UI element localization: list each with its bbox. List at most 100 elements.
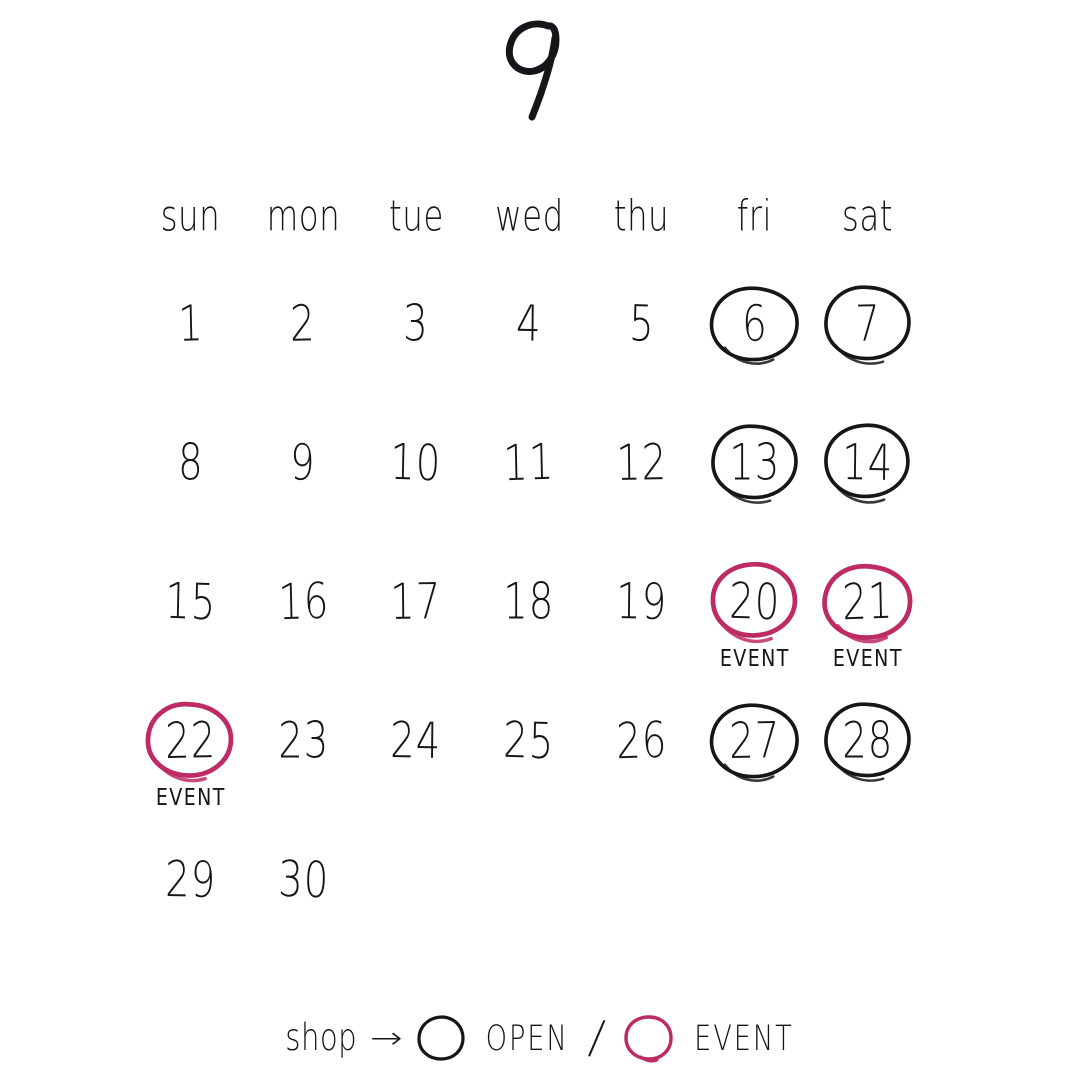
day-inner-20: 20	[703, 560, 807, 644]
day-number: 30	[277, 849, 330, 910]
day-inner-15: 15	[138, 560, 242, 644]
day-cell-27[interactable]: 27	[698, 699, 811, 838]
day-cell-20[interactable]: 20 EVENT	[698, 560, 811, 699]
day-cell-28[interactable]: 28	[811, 699, 924, 838]
day-cell-16[interactable]: 16	[247, 560, 360, 699]
day-number: 12	[616, 433, 668, 492]
day-cell-24[interactable]: 24	[360, 699, 473, 838]
day-number: 16	[277, 571, 330, 632]
month-title-glyph	[505, 20, 560, 121]
weekday-thu: thu	[614, 192, 670, 242]
day-cell-19[interactable]: 19	[585, 560, 698, 699]
day-cell-11[interactable]: 11	[473, 421, 586, 560]
day-number: 5	[628, 294, 656, 353]
weekday-header-row: sun mon tue wed thu fri sat	[134, 186, 924, 248]
day-cell-13[interactable]: 13	[698, 421, 811, 560]
day-inner-22: 22	[138, 699, 242, 783]
day-inner-10: 10	[364, 421, 468, 505]
arrow-right-icon: →	[369, 1020, 404, 1056]
day-inner-19: 19	[590, 560, 694, 644]
event-note: EVENT	[155, 783, 226, 811]
legend-separator: /	[585, 1010, 607, 1066]
day-inner-4: 4	[477, 282, 581, 366]
day-number: 22	[164, 711, 217, 770]
day-inner-18: 18	[477, 560, 581, 644]
weekday-fri: fri	[737, 192, 773, 242]
day-cell-9[interactable]: 9	[247, 421, 360, 560]
day-cell-7[interactable]: 7	[811, 282, 924, 421]
day-cell-5[interactable]: 5	[585, 282, 698, 421]
day-inner-28: 28	[816, 699, 920, 783]
day-inner-3: 3	[364, 282, 468, 366]
event-circle-icon	[624, 1015, 673, 1063]
day-inner-17: 17	[364, 560, 468, 644]
day-number: 9	[290, 433, 317, 492]
weekday-sat: sat	[842, 192, 894, 242]
date-grid: 1 2 3 4 5 6 7 8 9 10 11 12 13 14 15 16 17 18 19 20 EVENT 21 EV…	[134, 282, 924, 977]
day-inner-27: 27	[703, 699, 807, 783]
day-number: 3	[403, 294, 429, 353]
weekday-wed: wed	[494, 192, 564, 242]
day-cell-4[interactable]: 4	[473, 282, 586, 421]
event-note: EVENT	[832, 644, 903, 672]
day-inner-23: 23	[251, 699, 355, 783]
day-cell-8[interactable]: 8	[134, 421, 247, 560]
day-cell-17[interactable]: 17	[360, 560, 473, 699]
day-cell-26[interactable]: 26	[585, 699, 698, 838]
day-cell-23[interactable]: 23	[247, 699, 360, 838]
legend-shop-label: shop	[285, 1016, 358, 1060]
legend-open-label: OPEN	[485, 1017, 569, 1059]
day-number: 13	[729, 433, 781, 492]
legend-event-label: EVENT	[694, 1017, 794, 1059]
day-number: 1	[177, 294, 204, 353]
day-number: 15	[164, 571, 217, 632]
day-number: 4	[515, 294, 543, 353]
day-cell-6[interactable]: 6	[698, 282, 811, 421]
day-number: 27	[728, 711, 781, 770]
day-inner-6: 6	[703, 282, 807, 366]
day-cell-3[interactable]: 3	[360, 282, 473, 421]
day-inner-16: 16	[251, 560, 355, 644]
day-cell-14[interactable]: 14	[811, 421, 924, 560]
event-note: EVENT	[719, 644, 790, 672]
day-number: 11	[502, 432, 556, 493]
day-cell-22[interactable]: 22 EVENT	[134, 699, 247, 838]
day-inner-30: 30	[251, 838, 355, 922]
day-inner-26: 26	[590, 699, 694, 783]
day-number: 23	[277, 711, 329, 770]
day-inner-24: 24	[364, 699, 468, 783]
day-cell-25[interactable]: 25	[473, 699, 586, 838]
day-inner-12: 12	[590, 421, 694, 505]
day-inner-14: 14	[816, 421, 920, 505]
day-inner-11: 11	[477, 421, 581, 505]
day-number: 2	[290, 294, 317, 353]
day-cell-1[interactable]: 1	[134, 282, 247, 421]
day-number: 20	[728, 571, 781, 632]
open-circle-icon	[417, 1015, 465, 1061]
day-cell-15[interactable]: 15	[134, 560, 247, 699]
day-cell-18[interactable]: 18	[473, 560, 586, 699]
day-cell-2[interactable]: 2	[247, 282, 360, 421]
day-number: 26	[615, 710, 668, 771]
day-number: 7	[854, 294, 881, 353]
weekday-tue: tue	[388, 192, 444, 242]
day-inner-29: 29	[138, 838, 242, 922]
day-cell-10[interactable]: 10	[360, 421, 473, 560]
day-inner-13: 13	[703, 421, 807, 505]
day-number: 18	[503, 572, 555, 631]
day-number: 19	[616, 572, 668, 631]
day-number: 8	[177, 433, 204, 492]
day-cell-30[interactable]: 30	[247, 838, 360, 977]
day-number: 24	[390, 711, 442, 770]
day-cell-21[interactable]: 21 EVENT	[811, 560, 924, 699]
day-cell-12[interactable]: 12	[585, 421, 698, 560]
day-inner-1: 1	[138, 282, 242, 366]
day-number: 14	[841, 433, 894, 492]
day-inner-21: 21	[816, 560, 920, 644]
day-number: 21	[841, 571, 894, 632]
day-inner-7: 7	[816, 282, 920, 366]
day-number: 6	[741, 294, 769, 353]
day-number: 28	[842, 711, 894, 770]
day-cell-29[interactable]: 29	[134, 838, 247, 977]
day-inner-8: 8	[138, 421, 242, 505]
